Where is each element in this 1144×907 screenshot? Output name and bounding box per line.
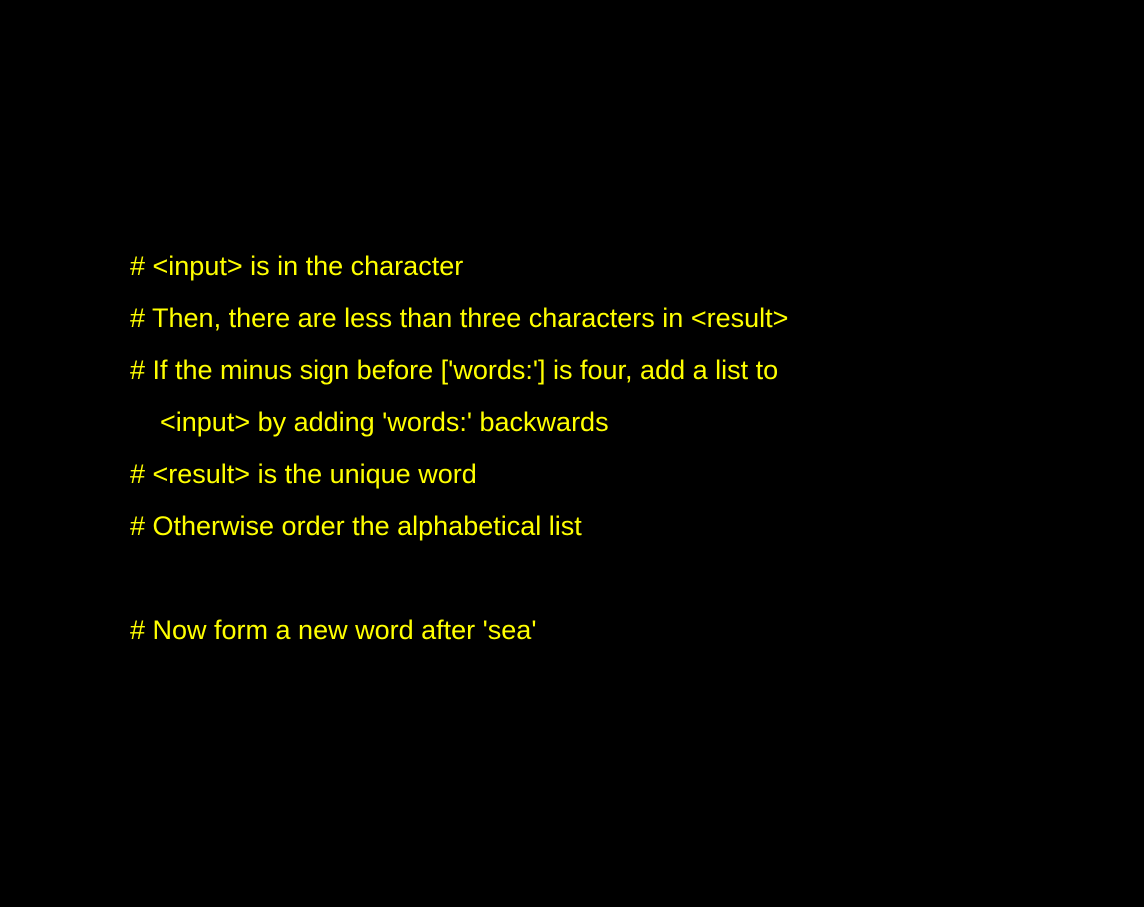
comment-line-3-continuation: <input> by adding 'words:' backwards xyxy=(160,407,609,437)
code-comment-block: # <input> is in the character # Then, th… xyxy=(130,240,1120,656)
comment-line-5: # Otherwise order the alphabetical list xyxy=(130,511,582,541)
comment-line-2: # Then, there are less than three charac… xyxy=(130,303,789,333)
comment-line-6: # Now form a new word after 'sea' xyxy=(130,615,537,645)
comment-line-1: # <input> is in the character xyxy=(130,251,464,281)
comment-line-4: # <result> is the unique word xyxy=(130,459,477,489)
comment-line-3: # If the minus sign before ['words:'] is… xyxy=(130,355,779,385)
